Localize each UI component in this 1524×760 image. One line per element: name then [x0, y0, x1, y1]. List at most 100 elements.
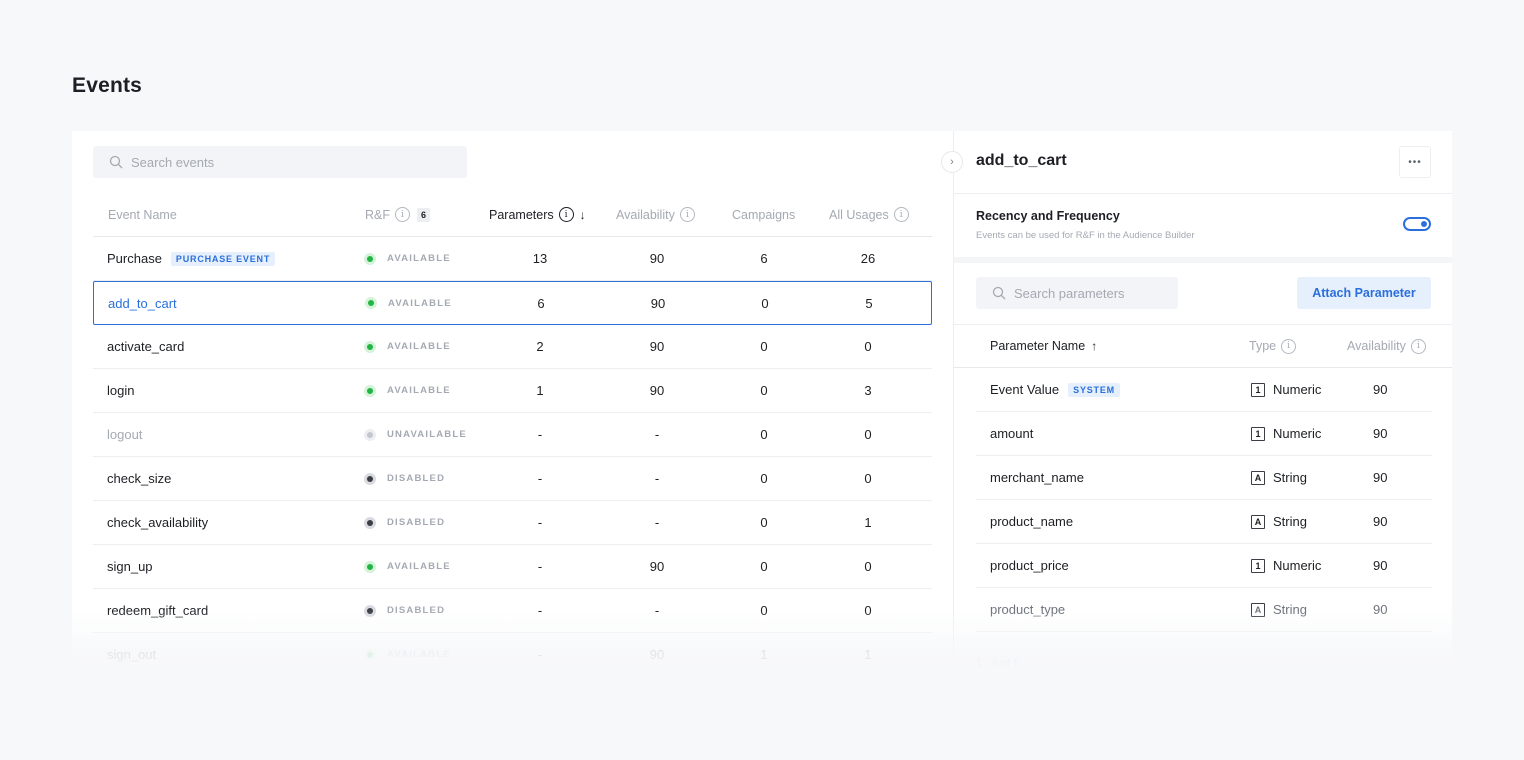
status-dot-icon: [364, 604, 376, 617]
parameter-name-cell: product_type: [990, 588, 1065, 631]
parameter-name-cell: product_price: [990, 544, 1069, 587]
event-row[interactable]: add_to_cart AVAILABLE 6 90 0 5: [93, 281, 932, 325]
column-campaigns[interactable]: Campaigns: [732, 193, 795, 236]
info-icon[interactable]: i: [1281, 338, 1297, 354]
event-status-cell: AVAILABLE: [365, 282, 452, 324]
parameter-type: String: [1273, 602, 1307, 617]
event-parameters-count: 6: [537, 295, 545, 311]
status-dot-icon: [364, 384, 376, 397]
event-row[interactable]: activate_card AVAILABLE 2 90 0 0: [93, 325, 932, 369]
parameter-row[interactable]: merchant_name A String 90: [976, 456, 1432, 500]
attach-parameter-button[interactable]: Attach Parameter: [1297, 277, 1431, 309]
pagination-text: 1 - 6 of 6: [976, 657, 1020, 669]
event-campaigns: 0: [760, 471, 768, 486]
event-row[interactable]: login AVAILABLE 1 90 0 3: [93, 369, 932, 413]
parameter-row[interactable]: Event Value SYSTEM 1 Numeric 90: [976, 368, 1432, 412]
event-row[interactable]: check_availability DISABLED - - 0 1: [93, 501, 932, 545]
event-status: AVAILABLE: [387, 385, 451, 396]
event-status: DISABLED: [387, 517, 446, 528]
event-name-cell: activate_card: [107, 325, 184, 368]
event-parameters-count: -: [537, 603, 543, 618]
column-param-availability[interactable]: Availability i: [1347, 325, 1426, 367]
event-campaigns: 0: [760, 427, 768, 442]
event-row[interactable]: check_size DISABLED - - 0 0: [93, 457, 932, 501]
status-dot-icon: [364, 560, 376, 573]
event-parameters-count: -: [537, 515, 543, 530]
parameter-availability: 90: [1373, 470, 1388, 485]
collapse-panel-button[interactable]: ›: [941, 151, 963, 173]
event-usages: 0: [864, 339, 872, 354]
info-icon[interactable]: i: [395, 207, 410, 222]
event-status-cell: DISABLED: [364, 457, 445, 500]
page-title: Events: [72, 74, 143, 97]
event-campaigns: 0: [760, 515, 768, 530]
event-name-cell: check_availability: [107, 501, 208, 544]
event-name-cell: login: [107, 369, 134, 412]
search-icon: [109, 155, 123, 169]
column-type[interactable]: Type i: [1249, 325, 1297, 367]
parameter-type-cell: A String: [1251, 588, 1307, 631]
event-name: add_to_cart: [108, 295, 177, 311]
event-status: AVAILABLE: [387, 649, 451, 660]
event-status-cell: AVAILABLE: [364, 325, 451, 368]
parameter-type-cell: 1 Numeric: [1251, 544, 1321, 587]
event-row[interactable]: sign_up AVAILABLE - 90 0 0: [93, 545, 932, 589]
event-row[interactable]: logout UNAVAILABLE - - 0 0: [93, 413, 932, 457]
event-usages: 0: [864, 427, 872, 442]
column-availability-label: Availability: [616, 207, 675, 222]
parameter-name: merchant_name: [990, 470, 1084, 485]
parameter-type-cell: 1 Numeric: [1251, 412, 1321, 455]
parameter-row[interactable]: product_name A String 90: [976, 500, 1432, 544]
parameter-name-cell: product_name: [990, 500, 1073, 543]
sort-descending-icon: ↓: [579, 207, 586, 222]
event-name: login: [107, 383, 135, 398]
column-availability[interactable]: Availability i: [616, 193, 695, 236]
status-dot-icon: [364, 516, 376, 529]
search-parameters-placeholder: Search parameters: [1014, 285, 1125, 301]
rf-toggle[interactable]: [1403, 217, 1431, 231]
column-rf[interactable]: R&F i 6: [365, 193, 431, 236]
event-availability: 90: [649, 647, 665, 662]
info-icon[interactable]: i: [893, 207, 909, 222]
event-availability: -: [654, 471, 660, 486]
event-row[interactable]: redeem_gift_card DISABLED - - 0 0: [93, 589, 932, 633]
event-parameters-count: 1: [536, 383, 544, 398]
events-table-header: Event Name R&F i 6 Parameters i ↓ Availa…: [93, 193, 932, 237]
info-icon[interactable]: i: [558, 207, 574, 222]
column-all-usages[interactable]: All Usages i: [829, 193, 909, 236]
column-parameters[interactable]: Parameters i ↓: [489, 193, 586, 236]
info-icon[interactable]: i: [679, 207, 695, 222]
event-status-cell: AVAILABLE: [364, 237, 451, 280]
event-row[interactable]: sign_out AVAILABLE - 90 1 1: [93, 633, 932, 677]
event-row[interactable]: Purchase PURCHASE EVENT AVAILABLE 13 90 6 26: [93, 237, 932, 281]
parameter-row[interactable]: product_price 1 Numeric 90: [976, 544, 1432, 588]
string-type-icon: A: [1251, 602, 1265, 617]
string-type-icon: A: [1251, 470, 1265, 485]
search-parameters-input[interactable]: Search parameters: [976, 277, 1178, 309]
event-usages: 0: [864, 471, 872, 486]
column-event-name[interactable]: Event Name: [108, 193, 177, 236]
parameter-type: String: [1273, 470, 1307, 485]
column-parameter-name-label: Parameter Name: [990, 339, 1086, 353]
parameter-row[interactable]: amount 1 Numeric 90: [976, 412, 1432, 456]
parameter-name: amount: [990, 426, 1034, 441]
event-campaigns: 6: [760, 251, 768, 266]
event-status: UNAVAILABLE: [387, 429, 467, 440]
more-options-button[interactable]: •••: [1399, 146, 1431, 178]
event-usages: 1: [864, 647, 872, 662]
event-name-cell: check_size: [107, 457, 171, 500]
column-all-usages-label: All Usages: [829, 207, 889, 222]
event-usages: 1: [864, 515, 872, 530]
numeric-type-icon: 1: [1251, 558, 1265, 573]
event-usages: 0: [864, 603, 872, 618]
event-status: DISABLED: [387, 605, 446, 616]
parameter-name: Event Value: [990, 382, 1060, 397]
rf-title: Recency and Frequency: [976, 209, 1120, 223]
info-icon[interactable]: i: [1410, 338, 1426, 354]
string-type-icon: A: [1251, 514, 1265, 529]
parameter-row[interactable]: product_type A String 90: [976, 588, 1432, 632]
event-status-cell: DISABLED: [364, 589, 445, 632]
search-events-input[interactable]: Search events: [93, 146, 467, 178]
column-parameter-name[interactable]: Parameter Name ↑: [990, 325, 1097, 367]
event-availability: 90: [649, 339, 665, 354]
